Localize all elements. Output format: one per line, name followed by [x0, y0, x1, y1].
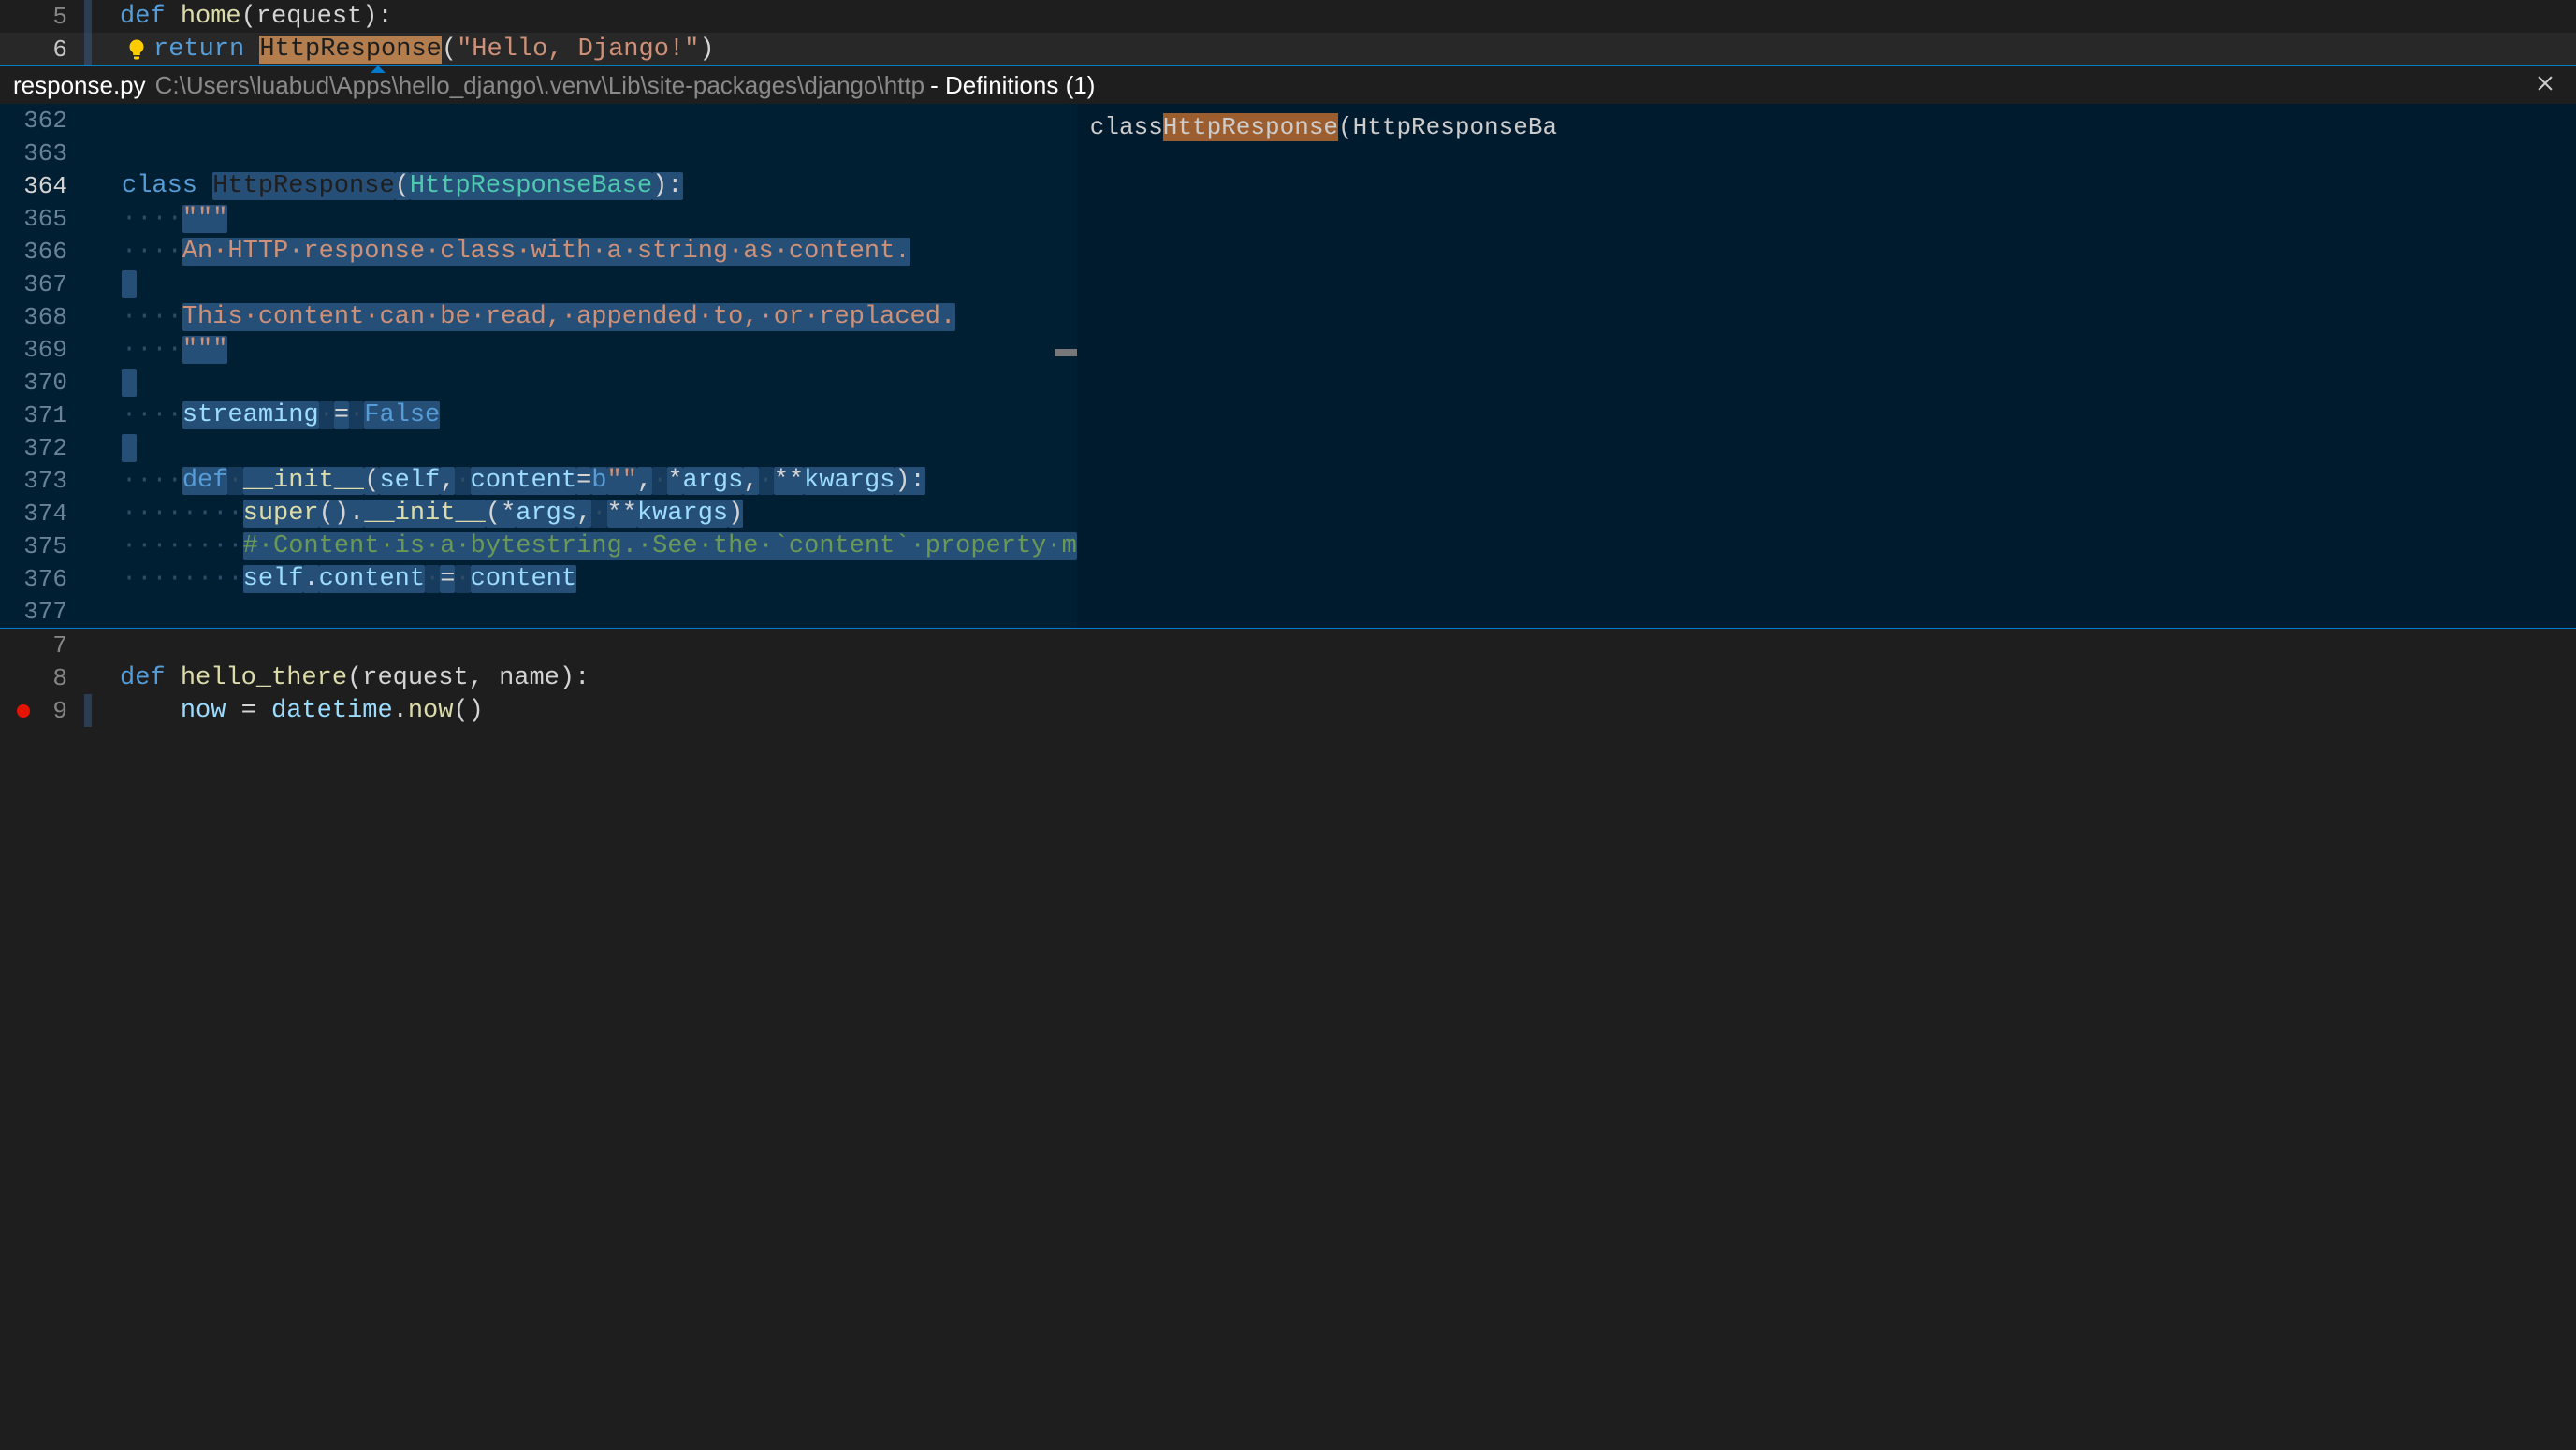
- line-number: 375: [0, 532, 84, 560]
- peek-code-line[interactable]: 367: [0, 268, 1077, 300]
- line-number: 374: [0, 500, 84, 528]
- close-icon[interactable]: [2527, 67, 2563, 104]
- code-content[interactable]: def home(request):: [92, 3, 393, 31]
- code-line[interactable]: 5 def home(request):: [0, 0, 2576, 33]
- code-content[interactable]: ····def·__init__(self,·content=b"",·*arg…: [84, 467, 925, 495]
- code-line[interactable]: 8 def hello_there(request, name):: [0, 661, 2576, 694]
- reference-item[interactable]: class HttpResponse(HttpResponseBa: [1090, 111, 2563, 143]
- line-number: 369: [0, 336, 84, 364]
- peek-code-line[interactable]: 373····def·__init__(self,·content=b"",·*…: [0, 464, 1077, 497]
- code-content[interactable]: ········self.content·=·content: [84, 565, 576, 593]
- line-number: 362: [0, 107, 84, 135]
- code-content[interactable]: [84, 434, 137, 462]
- code-content[interactable]: ····An·HTTP·response·class·with·a·string…: [84, 238, 910, 266]
- line-number: 373: [0, 467, 84, 495]
- peek-code-line[interactable]: 363: [0, 137, 1077, 169]
- code-content[interactable]: [84, 270, 137, 298]
- code-content[interactable]: ····streaming·=·False: [84, 401, 440, 429]
- peek-references-panel[interactable]: class HttpResponse(HttpResponseBa: [1077, 104, 2576, 628]
- peek-header: response.py C:\Users\luabud\Apps\hello_d…: [0, 66, 2576, 104]
- peek-definition-view: response.py C:\Users\luabud\Apps\hello_d…: [0, 65, 2576, 629]
- line-number: 376: [0, 565, 84, 593]
- line-number: 370: [0, 369, 84, 397]
- line-number: 363: [0, 139, 84, 167]
- peek-filepath: C:\Users\luabud\Apps\hello_django\.venv\…: [155, 71, 924, 100]
- code-content[interactable]: ····This·content·can·be·read,·appended·t…: [84, 303, 955, 331]
- peek-code-line[interactable]: 366····An·HTTP·response·class·with·a·str…: [0, 235, 1077, 268]
- code-content[interactable]: ····""": [84, 205, 227, 233]
- line-number: 371: [0, 401, 84, 429]
- peek-filename[interactable]: response.py: [13, 71, 146, 100]
- peek-code-line[interactable]: 375········#·Content·is·a·bytestring.·Se…: [0, 529, 1077, 562]
- main-editor[interactable]: 5 def home(request): 6 return HttpRespon…: [0, 0, 2576, 727]
- peek-definition-count: - Definitions (1): [930, 71, 1095, 100]
- breakpoint-icon[interactable]: [17, 704, 30, 718]
- code-content[interactable]: [84, 369, 137, 397]
- peek-caret-icon: [371, 65, 386, 73]
- peek-body: 362363364class HttpResponse(HttpResponse…: [0, 104, 2576, 628]
- fold-indicator[interactable]: [84, 0, 92, 33]
- peek-editor[interactable]: 362363364class HttpResponse(HttpResponse…: [0, 104, 1077, 628]
- fold-indicator[interactable]: [84, 694, 92, 727]
- code-content[interactable]: ········#·Content·is·a·bytestring.·See·t…: [84, 532, 1077, 560]
- code-content[interactable]: return HttpResponse("Hello, Django!"): [92, 36, 715, 64]
- line-number: 5: [0, 3, 84, 31]
- code-line[interactable]: 7: [0, 629, 2576, 661]
- peek-code-line[interactable]: 377: [0, 595, 1077, 628]
- fold-indicator[interactable]: [84, 33, 92, 65]
- line-number: 372: [0, 434, 84, 462]
- minimap-indicator[interactable]: [1055, 349, 1077, 356]
- lightbulb-icon[interactable]: [124, 37, 149, 62]
- code-content[interactable]: class HttpResponse(HttpResponseBase):: [84, 172, 683, 200]
- peek-code-line[interactable]: 364class HttpResponse(HttpResponseBase):: [0, 169, 1077, 202]
- peek-code-line[interactable]: 372: [0, 431, 1077, 464]
- line-number: 366: [0, 238, 84, 266]
- line-number: 7: [0, 631, 84, 660]
- code-content[interactable]: now = datetime.now(): [92, 697, 484, 725]
- peek-code-line[interactable]: 370: [0, 366, 1077, 399]
- code-content[interactable]: def hello_there(request, name):: [92, 664, 589, 692]
- code-content[interactable]: ········super().__init__(*args,·**kwargs…: [84, 500, 743, 528]
- line-number: 367: [0, 270, 84, 298]
- line-number: 8: [0, 664, 84, 692]
- code-content[interactable]: ····""": [84, 336, 227, 364]
- line-number: 377: [0, 598, 84, 626]
- peek-code-line[interactable]: 368····This·content·can·be·read,·appende…: [0, 300, 1077, 333]
- peek-code-line[interactable]: 376········self.content·=·content: [0, 562, 1077, 595]
- peek-code-line[interactable]: 369····""": [0, 333, 1077, 366]
- line-number: 364: [0, 172, 84, 200]
- line-number: 365: [0, 205, 84, 233]
- code-line[interactable]: 9 now = datetime.now(): [0, 694, 2576, 727]
- peek-code-line[interactable]: 374········super().__init__(*args,·**kwa…: [0, 497, 1077, 529]
- peek-code-line[interactable]: 371····streaming·=·False: [0, 399, 1077, 431]
- line-number: 368: [0, 303, 84, 331]
- line-number: 6: [0, 36, 84, 64]
- peek-code-line[interactable]: 365····""": [0, 202, 1077, 235]
- peek-code-line[interactable]: 362: [0, 104, 1077, 137]
- code-line-active[interactable]: 6 return HttpResponse("Hello, Django!"): [0, 33, 2576, 65]
- line-number: 9: [0, 697, 84, 725]
